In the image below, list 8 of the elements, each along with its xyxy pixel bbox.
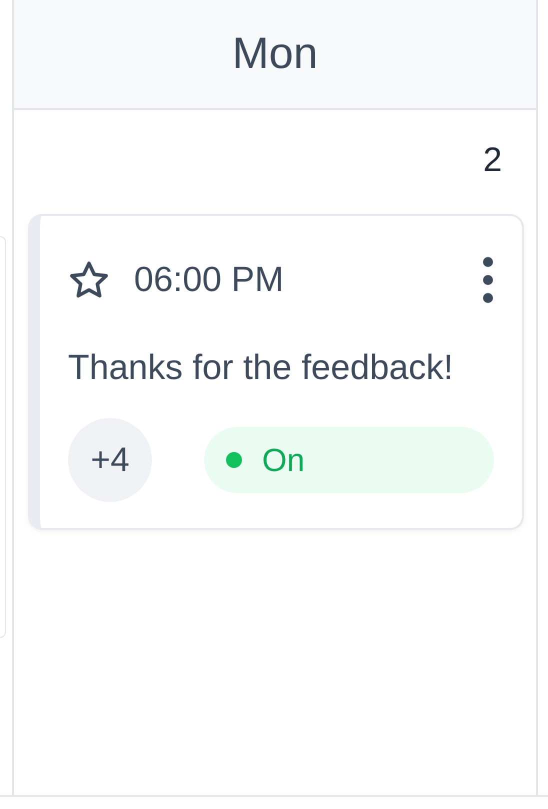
day-number: 2 xyxy=(483,140,502,180)
event-time: 06:00 PM xyxy=(134,260,285,300)
more-icon[interactable] xyxy=(482,256,494,304)
extra-count[interactable]: +4 xyxy=(68,418,152,502)
day-label: Mon xyxy=(232,29,318,79)
event-card[interactable]: 06:00 PM Thanks for the feedback! +4 On xyxy=(28,214,524,530)
event-text: Thanks for the feedback! xyxy=(68,347,454,389)
status-label: On xyxy=(262,442,305,478)
